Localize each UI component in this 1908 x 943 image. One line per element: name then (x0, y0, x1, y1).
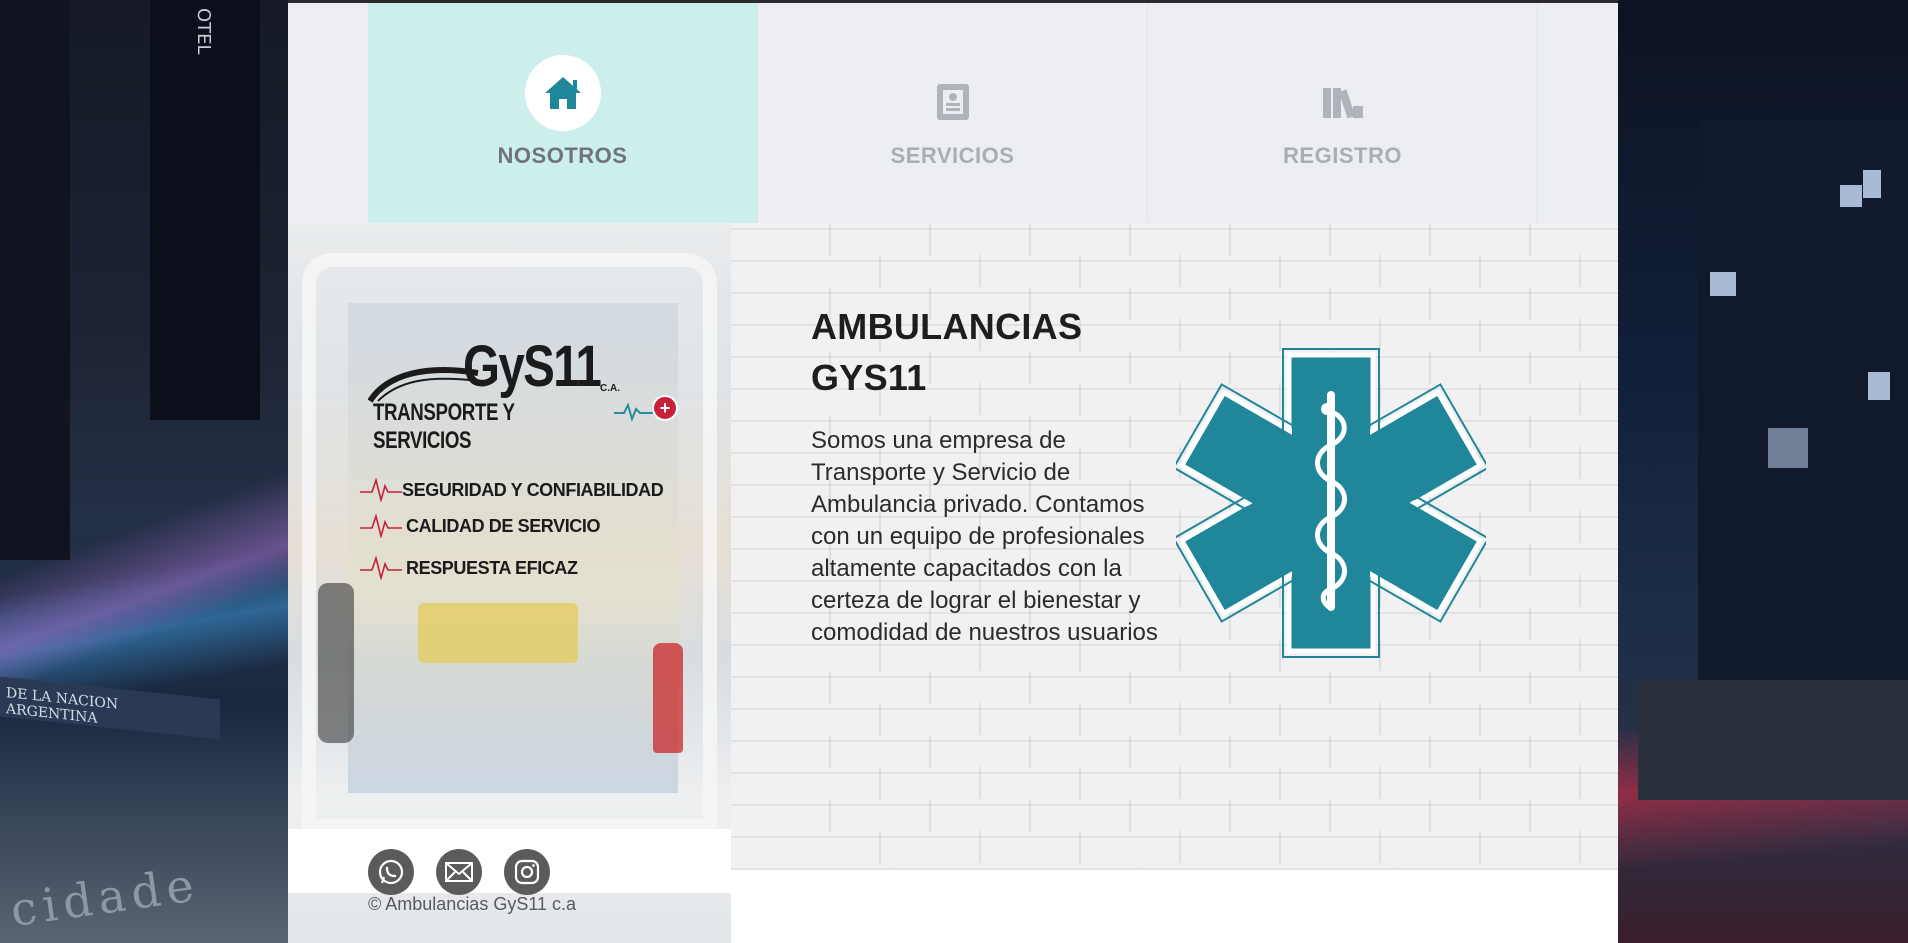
social-links (288, 829, 731, 895)
company-description: Somos una empresa de Transporte y Servic… (811, 427, 1158, 646)
stretcher (418, 603, 578, 663)
document-icon-wrap (915, 55, 991, 131)
title-line-1: AMBULANCIAS (811, 306, 1083, 347)
home-icon-circle (524, 55, 601, 131)
oxygen-bottle (318, 583, 354, 743)
books-icon-wrap (1305, 55, 1381, 131)
email-icon (445, 862, 473, 882)
feature-item: RESPUESTA EFICAZ (360, 556, 578, 580)
instagram-button[interactable] (504, 849, 550, 895)
copyright-text: © Ambulancias GyS11 c.a (368, 894, 577, 914)
heartbeat-icon (360, 514, 402, 538)
feature-label: RESPUESTA EFICAZ (406, 557, 578, 578)
background-left-cityscape: OTEL DE LA NACION ARGENTINA cidade (0, 0, 288, 943)
heartbeat-icon (360, 556, 402, 580)
heartbeat-icon (360, 478, 402, 502)
feature-label: SEGURIDAD Y CONFIABILIDAD (402, 479, 664, 500)
email-button[interactable] (436, 849, 482, 895)
document-icon (936, 84, 969, 120)
feature-item: CALIDAD DE SERVICIO (360, 514, 600, 538)
hotel-sign: OTEL (193, 8, 214, 55)
logo-main-text: GyS11 (463, 334, 602, 399)
whatsapp-button[interactable] (368, 849, 414, 895)
instagram-icon (514, 859, 540, 885)
tab-registro[interactable]: REGISTRO (1148, 3, 1538, 223)
logo-ca: C.A. (600, 383, 620, 394)
feature-label: CALIDAD DE SERVICIO (406, 515, 601, 536)
tab-label: REGISTRO (1283, 143, 1402, 168)
main-nav: NOSOTROS SERVICIOS REGISTRO (288, 3, 1618, 223)
building-sign: DE LA NACION ARGENTINA (0, 676, 220, 740)
logo-subtitle: TRANSPORTE Y SERVICIOS (373, 399, 515, 454)
fire-extinguisher (653, 643, 683, 753)
star-of-life-icon (1176, 348, 1486, 658)
site-container: NOSOTROS SERVICIOS REGISTRO GyS11 C.A. T… (288, 0, 1618, 943)
page-title: AMBULANCIAS GYS11 (811, 301, 1082, 403)
company-logo: GyS11 C.A. TRANSPORTE Y SERVICIOS + (368, 333, 678, 454)
tab-label: NOSOTROS (497, 143, 628, 168)
whatsapp-icon (378, 859, 404, 885)
feature-item: SEGURIDAD Y CONFIABILIDAD (360, 478, 664, 502)
street-text: cidade (7, 857, 203, 937)
ambulance-panel: GyS11 C.A. TRANSPORTE Y SERVICIOS + SEGU… (288, 223, 731, 943)
books-icon (1322, 88, 1363, 119)
medical-cross-icon: + (652, 395, 678, 421)
tab-label: SERVICIOS (890, 143, 1015, 168)
background-right-cityscape (1618, 0, 1908, 943)
about-panel: AMBULANCIAS GYS11 Somos una empresa de T… (731, 223, 1618, 870)
title-line-2: GYS11 (811, 357, 927, 398)
tab-servicios[interactable]: SERVICIOS (758, 3, 1148, 223)
logo-ecg-line (614, 402, 654, 421)
tab-nosotros[interactable]: NOSOTROS (368, 3, 758, 223)
home-icon (544, 77, 581, 109)
